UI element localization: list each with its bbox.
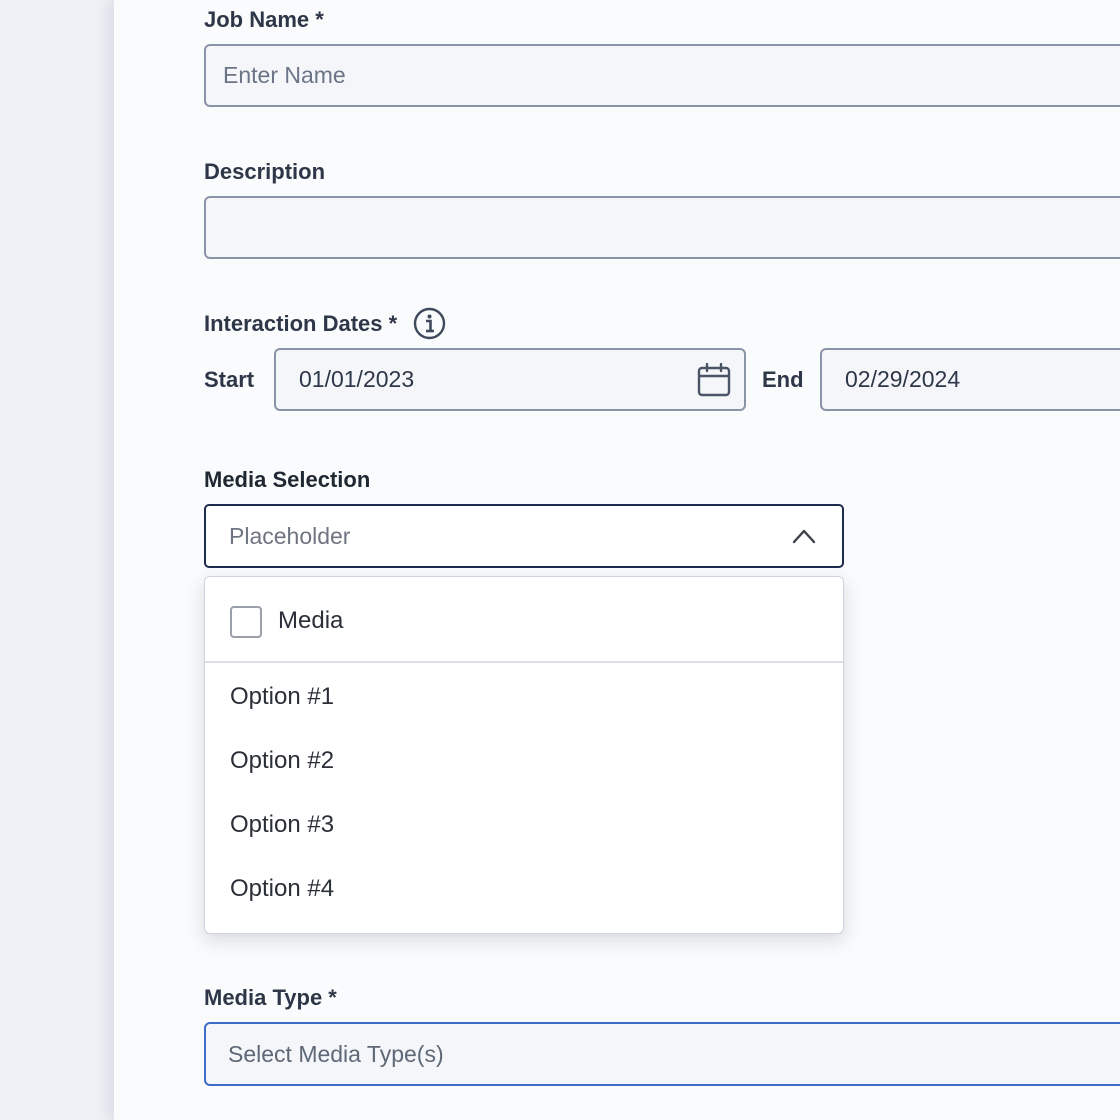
end-date-value: 02/29/2024: [845, 366, 961, 392]
calendar-icon[interactable]: [697, 363, 731, 397]
chevron-up-icon[interactable]: [792, 528, 816, 544]
select-all-label: Media: [278, 607, 344, 634]
dropdown-option[interactable]: Option #2: [230, 747, 334, 775]
dropdown-option[interactable]: Option #3: [230, 811, 334, 839]
media-type-label: Media Type *: [204, 985, 337, 1010]
media-type-select[interactable]: Select Media Type(s): [204, 1022, 1120, 1086]
start-date-label: Start: [204, 367, 255, 392]
media-type-placeholder: Select Media Type(s): [228, 1040, 444, 1067]
select-all-row[interactable]: Media: [205, 577, 843, 663]
start-date-value: 01/01/2023: [299, 366, 415, 392]
job-name-label: Job Name *: [204, 7, 324, 32]
start-date-input[interactable]: 01/01/2023: [274, 348, 746, 411]
interaction-dates-label: Interaction Dates *: [204, 311, 398, 336]
select-all-checkbox[interactable]: [230, 606, 262, 638]
media-selection-label: Media Selection: [204, 467, 371, 492]
description-label: Description: [204, 159, 326, 184]
job-name-input[interactable]: Enter Name: [204, 44, 1120, 107]
left-gutter: [0, 0, 114, 1120]
media-selection-dropdown: Media Option #1 Option #2 Option #3 Opti…: [204, 576, 844, 934]
dropdown-option[interactable]: Option #4: [230, 875, 334, 903]
media-selection-placeholder: Placeholder: [229, 522, 351, 549]
info-circle-icon[interactable]: [413, 307, 446, 340]
description-input[interactable]: [204, 196, 1120, 259]
media-selection-select[interactable]: Placeholder: [204, 504, 844, 568]
dropdown-option[interactable]: Option #1: [230, 683, 334, 711]
job-name-placeholder: Enter Name: [223, 62, 346, 88]
end-date-input[interactable]: 02/29/2024: [820, 348, 1120, 411]
end-date-label: End: [762, 367, 804, 392]
